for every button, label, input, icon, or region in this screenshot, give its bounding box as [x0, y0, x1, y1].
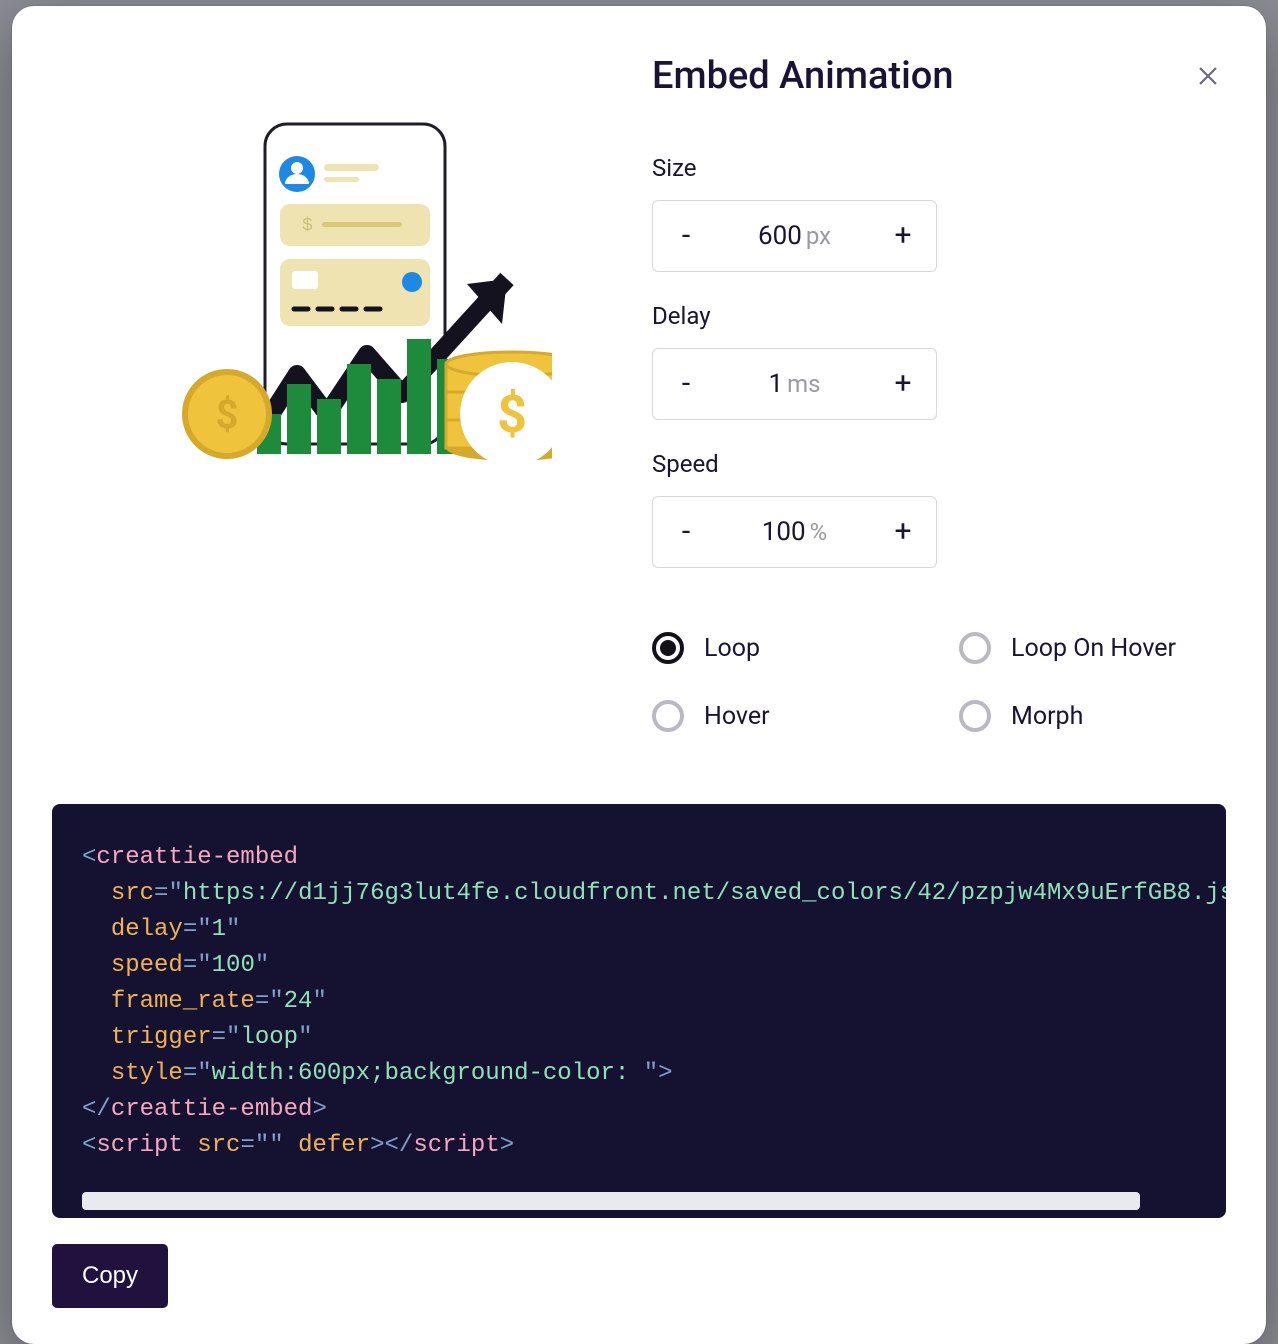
size-decrement-button[interactable]: -: [671, 221, 701, 251]
speed-stepper: - 100 % +: [652, 496, 937, 568]
size-stepper: - 600 px +: [652, 200, 937, 272]
trigger-radio-loop[interactable]: Loop: [652, 632, 919, 664]
speed-increment-button[interactable]: +: [888, 517, 918, 547]
size-value[interactable]: 600 px: [758, 221, 831, 251]
delay-value[interactable]: 1 ms: [768, 369, 820, 399]
speed-field: Speed - 100 % +: [652, 450, 937, 568]
svg-text:$: $: [216, 391, 239, 438]
delay-decrement-button[interactable]: -: [671, 369, 701, 399]
radio-icon: [652, 700, 684, 732]
trigger-radio-loop-on-hover[interactable]: Loop On Hover: [959, 632, 1226, 664]
delay-field: Delay - 1 ms +: [652, 302, 937, 420]
radio-icon: [959, 700, 991, 732]
radio-icon: [959, 632, 991, 664]
copy-button[interactable]: Copy: [52, 1244, 168, 1308]
close-icon[interactable]: [1190, 58, 1226, 94]
delay-increment-button[interactable]: +: [888, 369, 918, 399]
animation-preview: $: [52, 54, 612, 474]
delay-stepper: - 1 ms +: [652, 348, 937, 420]
speed-value[interactable]: 100 %: [762, 517, 827, 547]
trigger-radio-hover[interactable]: Hover: [652, 700, 919, 732]
size-increment-button[interactable]: +: [888, 221, 918, 251]
speed-decrement-button[interactable]: -: [671, 517, 701, 547]
trigger-radio-morph[interactable]: Morph: [959, 700, 1226, 732]
svg-text:$: $: [302, 216, 313, 236]
speed-label: Speed: [652, 450, 937, 478]
trigger-radio-group: Loop Loop On Hover Hover Morph: [652, 632, 1226, 732]
radio-icon: [652, 632, 684, 664]
size-field: Size - 600 px +: [652, 154, 937, 272]
code-horizontal-scrollbar[interactable]: [82, 1192, 1140, 1210]
svg-text:$: $: [497, 384, 527, 445]
delay-label: Delay: [652, 302, 937, 330]
modal-title: Embed Animation: [652, 54, 953, 98]
embed-code-block[interactable]: <creattie-embed src="https://d1jj76g3lut…: [52, 804, 1226, 1218]
embed-animation-modal: $: [12, 6, 1266, 1344]
size-label: Size: [652, 154, 937, 182]
